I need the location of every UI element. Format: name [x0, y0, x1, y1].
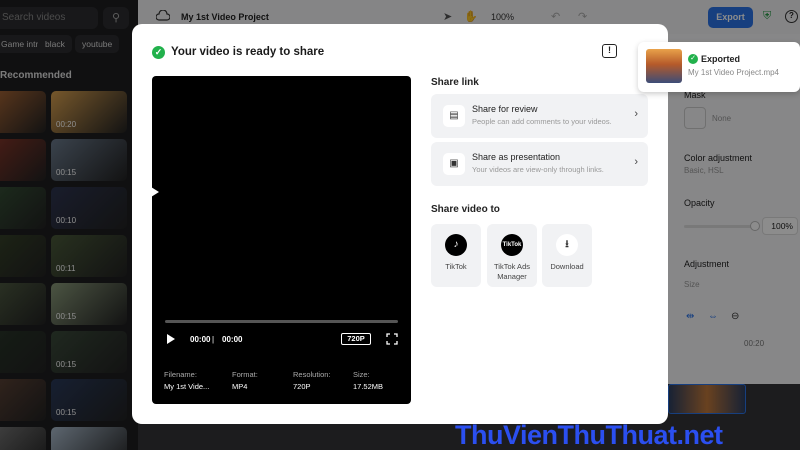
share-as-presentation-desc: Your videos are view-only through links. [472, 165, 604, 174]
download-button[interactable]: ⭳ Download [542, 224, 592, 287]
fullscreen-icon[interactable] [386, 333, 398, 345]
resolution-badge[interactable]: 720P [341, 333, 371, 345]
play-icon[interactable] [143, 182, 159, 202]
meta-label: Filename: [164, 370, 197, 379]
tiktok-ads-label: TikTok Ads Manager [494, 262, 530, 281]
share-as-presentation-title: Share as presentation [472, 152, 561, 162]
meta-value: MP4 [232, 382, 248, 391]
meta-label: Size: [353, 370, 370, 379]
download-label: Download [550, 262, 584, 271]
feedback-icon[interactable]: ! [602, 44, 617, 58]
current-time: 00:00 [190, 335, 211, 344]
tiktok-ads-icon: TikTok [501, 234, 523, 256]
meta-value: My 1st Vide... [164, 382, 210, 391]
share-as-presentation-card[interactable]: ▣ Share as presentation Your videos are … [431, 142, 648, 186]
comment-icon: ▤ [443, 105, 465, 127]
download-icon: ⭳ [556, 234, 578, 256]
tiktok-icon: ♪ [445, 234, 467, 256]
share-to-heading: Share video to [431, 204, 500, 215]
share-for-review-card[interactable]: ▤ Share for review People can add commen… [431, 94, 648, 138]
time-separator: | [212, 335, 215, 344]
chevron-right-icon: › [634, 156, 638, 168]
success-check-icon: ✓ [688, 54, 698, 64]
export-toast[interactable]: ✓ Exported My 1st Video Project.mp4 [638, 42, 800, 92]
chevron-right-icon: › [634, 108, 638, 120]
tiktok-label: TikTok [445, 262, 467, 271]
share-for-review-title: Share for review [472, 104, 538, 114]
play-small-icon[interactable] [167, 334, 175, 344]
success-check-icon: ✓ [152, 46, 165, 59]
toast-title: Exported [701, 54, 741, 64]
share-tiktok-ads-button[interactable]: TikTok TikTok Ads Manager [487, 224, 537, 287]
share-for-review-desc: People can add comments to your videos. [472, 117, 612, 126]
meta-value: 17.52MB [353, 382, 384, 391]
meta-label: Resolution: [293, 370, 331, 379]
presentation-icon: ▣ [443, 153, 465, 175]
watermark: ThuVienThuThuat.net [455, 420, 723, 450]
video-player[interactable] [152, 76, 411, 404]
toast-filename: My 1st Video Project.mp4 [688, 68, 780, 77]
video-thumbnail [646, 49, 682, 83]
modal-title: Your video is ready to share [171, 46, 325, 58]
share-tiktok-button[interactable]: ♪ TikTok [431, 224, 481, 287]
total-time: 00:00 [222, 335, 243, 344]
meta-label: Format: [232, 370, 258, 379]
meta-value: 720P [293, 382, 311, 391]
share-link-heading: Share link [431, 77, 479, 88]
progress-bar[interactable] [165, 320, 398, 323]
